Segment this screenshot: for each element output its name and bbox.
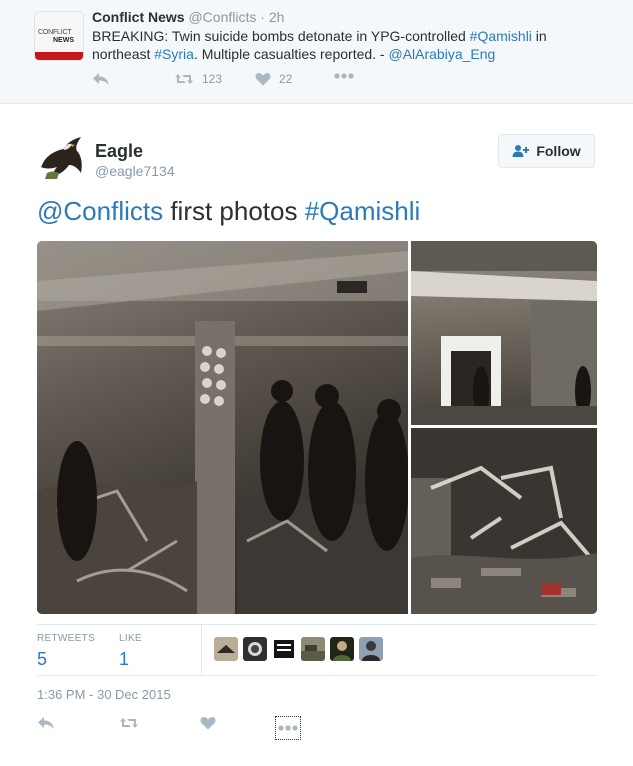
mention-alarabiya-link[interactable]: @AlArabiya_Eng [388, 46, 495, 62]
liker-avatar[interactable] [272, 637, 296, 661]
likes-label: LIKE [119, 633, 142, 644]
tweet-stats: RETWEETS 5 LIKE 1 [37, 624, 597, 676]
follow-user-icon [512, 145, 530, 157]
hashtag-qamishli-link[interactable]: #Qamishli [305, 196, 421, 226]
retweet-count: 123 [202, 72, 223, 86]
stats-divider [201, 625, 202, 675]
like-button[interactable]: 22 [255, 72, 292, 86]
retweets-value: 5 [37, 649, 48, 669]
parent-tweet-time[interactable]: 2h [269, 9, 285, 25]
tweet-timestamp[interactable]: 1:36 PM - 30 Dec 2015 [37, 687, 171, 702]
retweet-button[interactable] [119, 716, 139, 735]
likes-value: 1 [119, 649, 130, 669]
avatar-logo-stripe [35, 52, 83, 60]
like-count: 22 [279, 72, 293, 86]
retweets-stat[interactable]: RETWEETS 5 [37, 633, 95, 670]
follow-button[interactable]: Follow [498, 134, 595, 168]
photo-exterior-scene [411, 241, 597, 425]
mention-conflicts-link[interactable]: @Conflicts [37, 196, 163, 226]
liker-avatar-image [301, 637, 325, 661]
tweet-text: @Conflicts first photos #Qamishli [37, 196, 420, 227]
liker-avatar[interactable] [214, 637, 238, 661]
like-button[interactable] [200, 716, 216, 735]
avatar-logo-text: CONFLICT [38, 29, 72, 36]
eagle-avatar-image [37, 133, 85, 181]
liker-avatar-image [243, 637, 267, 661]
liker-avatars [214, 637, 388, 661]
liker-avatar[interactable] [330, 637, 354, 661]
liker-avatar-image [359, 637, 383, 661]
author-name[interactable]: Eagle [95, 141, 143, 162]
avatar-logo-text-2: NEWS [53, 37, 74, 44]
photo-interior-scene [37, 241, 408, 614]
retweet-icon [175, 74, 193, 84]
photo-building-exterior[interactable] [411, 241, 597, 425]
header-separator: · [260, 9, 265, 25]
photo-debris-scene [411, 428, 597, 614]
more-icon [278, 725, 298, 731]
photo-debris-rubble[interactable] [411, 428, 597, 614]
conflict-news-avatar[interactable]: CONFLICT NEWS [34, 11, 84, 61]
text-segment: . Multiple casualties reported. - [193, 46, 389, 62]
liker-avatar[interactable] [359, 637, 383, 661]
liker-avatar-image [330, 637, 354, 661]
retweet-icon [120, 718, 138, 728]
parent-author-handle[interactable]: @Conflicts [188, 9, 256, 25]
reply-icon [93, 73, 109, 85]
heart-icon [255, 73, 271, 86]
reply-button[interactable] [92, 72, 110, 86]
reply-button[interactable] [37, 716, 55, 735]
heart-icon [200, 717, 216, 730]
liker-avatar-image [272, 637, 296, 661]
parent-tweet-header: Conflict News @Conflicts · 2h [92, 9, 284, 25]
text-segment: BREAKING: Twin suicide bombs detonate in… [92, 28, 470, 44]
follow-button-label: Follow [536, 143, 581, 159]
parent-tweet-text: BREAKING: Twin suicide bombs detonate in… [92, 27, 562, 63]
reply-icon [38, 717, 54, 729]
more-button[interactable] [334, 72, 354, 80]
eagle-avatar[interactable] [37, 133, 85, 181]
liker-avatar[interactable] [301, 637, 325, 661]
more-button[interactable] [275, 716, 301, 740]
more-icon [334, 73, 354, 79]
media-grid [37, 241, 597, 614]
photo-bomb-damage-interior[interactable] [37, 241, 408, 614]
author-handle[interactable]: @eagle7134 [95, 163, 175, 179]
retweet-button[interactable]: 123 [174, 72, 222, 86]
liker-avatar[interactable] [243, 637, 267, 661]
likes-stat[interactable]: LIKE 1 [119, 633, 142, 670]
retweets-label: RETWEETS [37, 633, 95, 644]
hashtag-qamishli-link[interactable]: #Qamishli [470, 28, 532, 44]
parent-tweet[interactable]: CONFLICT NEWS Conflict News @Conflicts ·… [0, 0, 633, 104]
parent-author-name[interactable]: Conflict News [92, 9, 185, 25]
text-segment: first photos [163, 196, 305, 226]
hashtag-syria-link[interactable]: #Syria [154, 46, 194, 62]
liker-avatar-image [214, 637, 238, 661]
